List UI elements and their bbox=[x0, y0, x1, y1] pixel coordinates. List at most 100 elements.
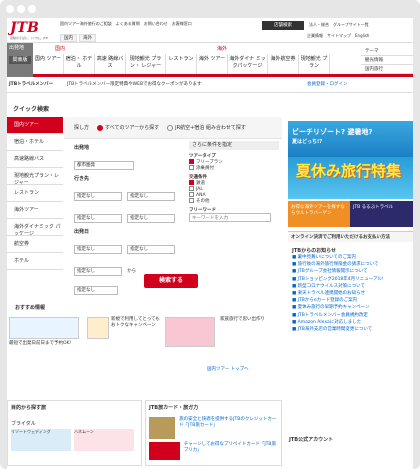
store-search-button[interactable]: 店舗検索 bbox=[262, 21, 304, 30]
news-item[interactable]: ■ JTBショッピング2018年4月リニューアル! bbox=[292, 276, 413, 283]
news-item[interactable]: ■ JTBからeカード登録のご案内 bbox=[292, 297, 413, 304]
nav-item-overseas-activity[interactable]: 現地観光 プラン bbox=[299, 54, 330, 74]
nav-item-overseas-tour[interactable]: 海外 ツアー bbox=[197, 54, 228, 74]
news-item[interactable]: ■ 旅行後の海外旅行保険金の請求について bbox=[292, 261, 413, 268]
recommend-banner bbox=[165, 317, 215, 347]
recommend-card[interactable]: 新規で利用してとってもおトクなキャンペーン bbox=[85, 317, 160, 359]
page-viewport: JTB 感動のそばに、いつも。JTB 国内ツアー海外旅行のご相談 よくある質問 … bbox=[7, 18, 413, 469]
dest-select-3[interactable]: 指定なし bbox=[74, 214, 122, 223]
nav-item-bus[interactable]: 高速 路線バス bbox=[95, 54, 126, 74]
date-select[interactable]: 指定なし bbox=[74, 245, 122, 254]
honeymoon-card[interactable]: ハネムーン bbox=[74, 429, 134, 451]
header-link[interactable]: グループサイト一覧 bbox=[333, 22, 369, 28]
news-item[interactable]: ■ 夏休み旅行の早期予約キャンペーン bbox=[292, 304, 413, 311]
nav-item-activity[interactable]: 現地観光 プラン・ レジャー bbox=[126, 54, 166, 74]
window-dot bbox=[17, 5, 25, 13]
site-header: JTB 感動のそばに、いつも。JTB 国内ツアー海外旅行のご相談 よくある質問 … bbox=[7, 18, 413, 43]
nav-right-item[interactable]: テーマ bbox=[361, 47, 413, 56]
radio-jr-combo[interactable]: JR航空+宿泊 組み合わせて探す bbox=[167, 124, 246, 131]
tab-overseas-hotel[interactable]: ホテル bbox=[7, 253, 63, 270]
header-link[interactable]: 企業情報 bbox=[307, 33, 323, 39]
nav-item-domestic-tour[interactable]: 国内 ツアー bbox=[33, 54, 64, 74]
freeword-input[interactable] bbox=[189, 213, 271, 222]
recommend-text: 新規で利用してとってもおトクなキャンペーン bbox=[111, 317, 160, 328]
news-item[interactable]: ■ JTB海外支店の営業時間変更について bbox=[292, 326, 413, 333]
dest-select-4[interactable]: 指定なし bbox=[127, 214, 176, 223]
news-item[interactable]: ■ 新型コロナウイルス対策について bbox=[292, 283, 413, 290]
tab-restaurant[interactable]: レストラン bbox=[7, 185, 63, 202]
jtb-logo[interactable]: JTB bbox=[10, 20, 39, 36]
right-column: ビーチリゾート? 避暑地? 夏はどっち!? 夏休み旅行特集 お得な海外ツアーを探… bbox=[288, 121, 413, 333]
header-link[interactable]: 法人・総合 bbox=[309, 22, 329, 28]
header-links-right: 法人・総合 グループサイト一覧 bbox=[309, 22, 369, 28]
search-type-label: 探し方 bbox=[74, 125, 90, 131]
beach-banner[interactable]: ビーチリゾート? 避暑地? 夏はどっち!? bbox=[288, 121, 413, 157]
nav-item-dynamic-package[interactable]: 海外ダイナ ミックパッケージ bbox=[228, 54, 268, 74]
news-item[interactable]: ■ JTBトラベルメンバー会員規約改定 bbox=[292, 312, 413, 319]
radio-all-tours[interactable]: すべてのツアーから探す bbox=[97, 124, 159, 131]
header-link[interactable]: お客様窓口 bbox=[172, 21, 192, 27]
header-link[interactable]: English bbox=[355, 33, 369, 39]
checkbox-escorted[interactable]: 添乗員付 bbox=[189, 165, 279, 171]
date-select-2[interactable]: 指定なし bbox=[127, 245, 176, 254]
tab-overseas[interactable]: 海外 bbox=[79, 34, 96, 42]
header-link[interactable]: 国内ツアー海外旅行のご相談 bbox=[60, 21, 112, 27]
tab-dynamic-package[interactable]: 海外ダイナミック パッケージ bbox=[7, 219, 63, 237]
dep-label: 出発地 bbox=[74, 145, 90, 151]
news-item[interactable]: ■ JTBグループ会社情報開示について bbox=[292, 268, 413, 275]
jtb-card-box: JTB旅カード・旅ガ力 旅の安全と快適を提供するJTBのクレジットカード「JTB… bbox=[145, 400, 282, 466]
login-link[interactable]: 会員登録・ログイン bbox=[307, 81, 348, 87]
radio-icon bbox=[167, 124, 174, 131]
window-dot bbox=[6, 5, 14, 13]
checkbox-other[interactable]: その他 bbox=[189, 198, 279, 204]
news-item[interactable]: ■ 楽天トラベル連携開始のお知らせ bbox=[292, 290, 413, 297]
tab-overseas-tour[interactable]: 海外ツアー bbox=[7, 202, 63, 219]
rurubu-banner[interactable]: JTB るるぶトラベル bbox=[350, 201, 413, 227]
dep-select[interactable]: 都市圏発 bbox=[74, 161, 134, 170]
checkbox-icon bbox=[189, 186, 194, 191]
nav-right-item[interactable]: 国内旅行 bbox=[361, 65, 413, 74]
official-accounts: JTB公式アカウント bbox=[289, 437, 334, 443]
recommend-title: おすすめ情報 bbox=[15, 305, 46, 311]
dest-select-1[interactable]: 指定なし bbox=[74, 192, 122, 201]
region-value[interactable]: 関東版 bbox=[9, 56, 31, 64]
dest-select-2[interactable]: 指定なし bbox=[127, 192, 176, 201]
recommend-banner bbox=[9, 317, 79, 339]
recommend-card[interactable]: 家族旅行で思い出作り bbox=[165, 317, 275, 359]
nav-item-hotel[interactable]: 宿泊・ ホテル bbox=[64, 54, 95, 74]
card-link[interactable]: チャージしてお得なプリペイドカード「JTB旅プリカ」 bbox=[184, 442, 278, 460]
date-label: 出発日 bbox=[74, 229, 90, 235]
header-link[interactable]: お問い合わせ bbox=[144, 21, 168, 27]
radio-icon bbox=[97, 124, 104, 131]
tab-domestic[interactable]: 国内 bbox=[60, 34, 77, 42]
date-select-4[interactable]: 指定なし bbox=[74, 286, 118, 295]
nav-item-restaurant[interactable]: レストラン bbox=[166, 54, 197, 74]
member-bar: JTBトラベルメンバー JTBトラベルメンバー限定特典やWEBでお得なクーポンが… bbox=[7, 77, 413, 93]
resort-card[interactable]: リゾートウェディング bbox=[11, 429, 71, 451]
checkbox-icon bbox=[189, 180, 194, 185]
purpose-title: 目的から探す旅 bbox=[11, 405, 47, 411]
date-select-3[interactable]: 指定なし bbox=[74, 267, 122, 276]
card-link[interactable]: 旅の安全と快適を提供するJTBのクレジットカード「JTB旅カード」 bbox=[179, 417, 278, 439]
nav-right-item[interactable]: 観光情報 bbox=[361, 56, 413, 65]
summer-banner[interactable]: 夏休み旅行特集 bbox=[288, 157, 413, 199]
tab-activity[interactable]: 現地観光プラン・レジャー bbox=[7, 168, 63, 186]
header-link[interactable]: サイトマップ bbox=[327, 33, 351, 39]
search-button[interactable]: 検索する bbox=[144, 274, 198, 288]
tab-air-ticket[interactable]: 航空券 bbox=[7, 236, 63, 253]
member-promo-link[interactable]: JTBトラベルメンバー限定特典やWEBでお得なクーポンがあります bbox=[67, 81, 202, 87]
search-fields: 出発地 都市圏発 行き先 指定なし 指定なし 指定なし 指定なし 出発日 指定な… bbox=[74, 139, 184, 295]
tab-domestic-tour[interactable]: 国内ツアー bbox=[7, 117, 63, 134]
nav-item-air-ticket[interactable]: 海外航空券 bbox=[268, 54, 299, 74]
news-item[interactable]: ■ 暑中見舞いについてのご案内 bbox=[292, 254, 413, 261]
payment-notice[interactable]: オンライン決済でご利用いただけるお支払い方法 bbox=[288, 231, 413, 242]
header-tabs: 国内 海外 bbox=[60, 34, 96, 42]
tab-bus[interactable]: 高速路線バス bbox=[7, 151, 63, 168]
recommend-card[interactable]: 最短で出発日前日まで予約OK! bbox=[7, 317, 82, 359]
logo-tagline: 感動のそばに、いつも。JTB bbox=[10, 36, 48, 40]
more-link[interactable]: 国内ツアー トップへ bbox=[207, 366, 249, 372]
ultra-bargain-banner[interactable]: お得な海外ツアーを探すならウルトラバーゲン bbox=[288, 201, 350, 227]
header-link[interactable]: よくある質問 bbox=[116, 21, 140, 27]
news-item[interactable]: ■ Amazon Alexaに対応しました bbox=[292, 319, 413, 326]
tab-hotel[interactable]: 宿泊・ホテル bbox=[7, 134, 63, 151]
